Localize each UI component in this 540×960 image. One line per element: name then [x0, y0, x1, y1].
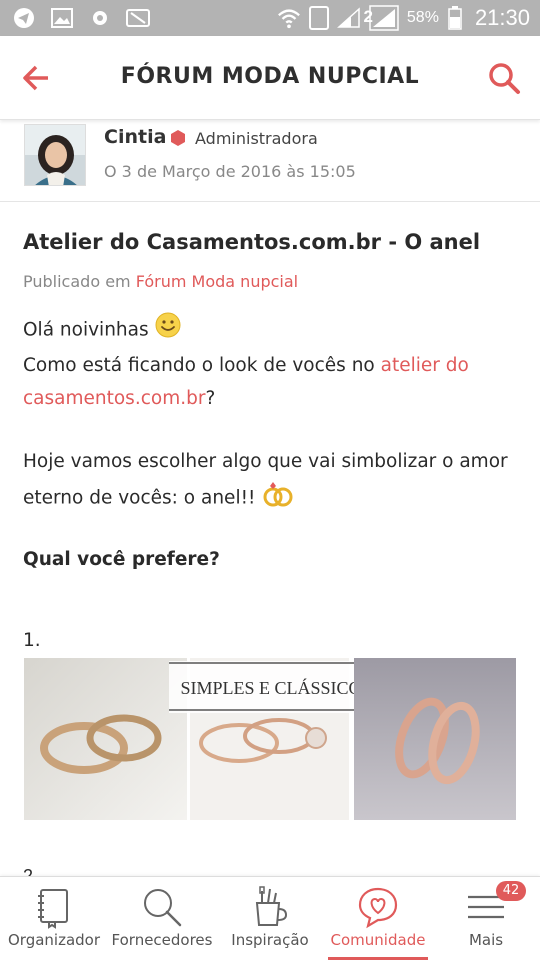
avatar[interactable] — [24, 124, 86, 186]
ring-collage-image[interactable]: SIMPLES E CLÁSSICO — [24, 658, 516, 820]
nav-organizador[interactable]: Organizador — [0, 877, 108, 960]
post-title: Atelier do Casamentos.com.br - O anel — [23, 230, 481, 254]
signal-2-icon — [369, 5, 399, 31]
nav-inspiracao[interactable]: Inspiração — [216, 877, 324, 960]
heart-chat-icon — [356, 885, 400, 929]
published-prefix: Publicado em — [23, 272, 131, 291]
battery-percent: 58% — [406, 9, 439, 26]
atelier-link-part2[interactable]: casamentos.com.br — [23, 388, 205, 409]
bottom-nav: Organizador Fornecedores Inspiração Comu… — [0, 876, 540, 960]
author-role: Administradora — [195, 129, 318, 148]
gallery-icon — [50, 7, 74, 29]
settings-dot-icon — [88, 7, 112, 29]
forum-link[interactable]: Fórum Moda nupcial — [136, 272, 298, 291]
nav-mais[interactable]: 42 Mais — [432, 877, 540, 960]
clock: 21:30 — [474, 5, 530, 30]
sim-number: 2 — [363, 7, 373, 26]
nav-label: Organizador — [7, 931, 101, 949]
line2-text: Como está ficando o look de vocês no — [23, 355, 375, 376]
nav-label: Comunidade — [330, 931, 426, 949]
nav-fornecedores[interactable]: Fornecedores — [108, 877, 216, 960]
line5-text: eterno de vocês: o anel!! — [23, 487, 256, 509]
author-name[interactable]: Cintia — [104, 126, 166, 148]
post-body-ring: Hoje vamos escolher algo que vai simboli… — [23, 445, 523, 519]
post-body-intro: Olá noivinhas Como está ficando o look d… — [23, 312, 523, 415]
collage-label: SIMPLES E CLÁSSICO — [180, 677, 361, 698]
rings-emoji-icon — [261, 478, 295, 519]
author-block: Cintia Administradora O 3 de Março de 20… — [0, 120, 540, 202]
status-right-icons: 2 58% 21:30 — [277, 5, 530, 31]
admin-badge-icon — [170, 130, 186, 146]
page-title: FÓRUM MODA NUPCIAL — [120, 64, 420, 89]
status-bar: 2 58% 21:30 — [0, 0, 540, 36]
app-header: FÓRUM MODA NUPCIAL — [0, 36, 540, 120]
option-number: 1. — [23, 630, 41, 651]
search-icon — [140, 885, 184, 929]
back-arrow-icon[interactable] — [18, 60, 54, 96]
nav-label: Fornecedores — [111, 931, 213, 949]
published-in: Publicado em Fórum Moda nupcial — [23, 272, 298, 291]
line3-suffix: ? — [205, 388, 216, 409]
wifi-icon — [277, 7, 301, 29]
nav-comunidade[interactable]: Comunidade — [324, 877, 432, 960]
smile-emoji-icon — [155, 312, 181, 349]
sim-slot-icon — [308, 6, 329, 30]
notebook-icon — [32, 885, 76, 929]
greeting-text: Olá noivinhas — [23, 319, 149, 341]
nav-label: Inspiração — [231, 931, 309, 949]
inspiration-icon — [248, 885, 292, 929]
line4-text: Hoje vamos escolher algo que vai simboli… — [23, 451, 508, 472]
no-sync-icon — [126, 7, 150, 29]
status-left-icons — [12, 7, 150, 29]
post-date: O 3 de Março de 2016 às 15:05 — [104, 162, 356, 181]
signal-1-icon — [336, 7, 361, 29]
atelier-link-part1[interactable]: atelier do — [381, 355, 469, 376]
notification-badge: 42 — [496, 881, 526, 901]
battery-icon — [447, 6, 463, 30]
search-icon[interactable] — [486, 60, 522, 96]
question-text: Qual você prefere? — [23, 549, 220, 570]
nav-label: Mais — [468, 931, 504, 949]
telegram-icon — [12, 7, 36, 29]
